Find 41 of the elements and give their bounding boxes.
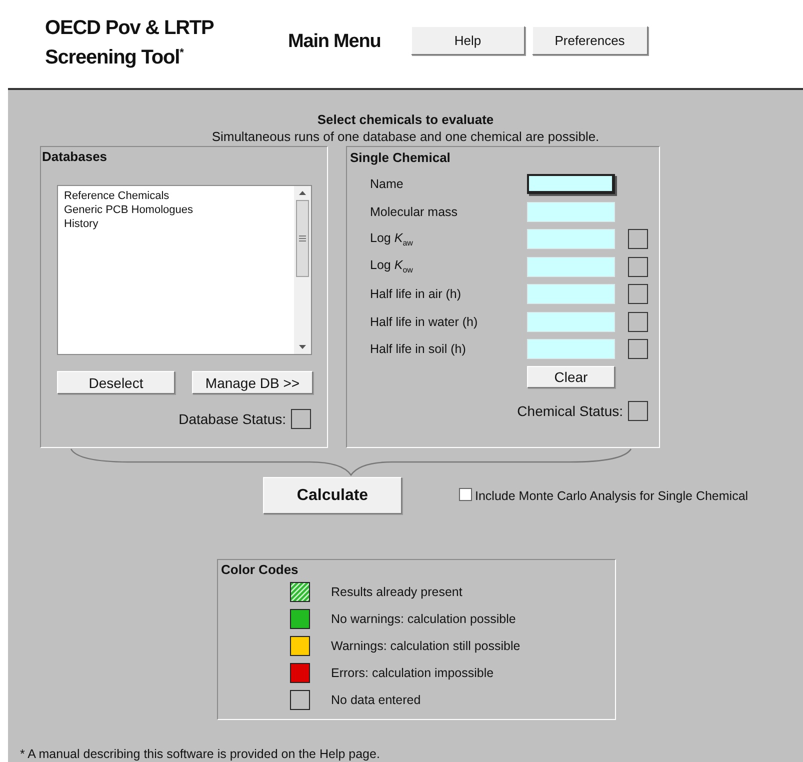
status-box — [291, 409, 311, 429]
database-status-label: Database Status: — [178, 411, 286, 427]
scrollbar[interactable] — [294, 186, 311, 354]
clear-button[interactable]: Clear — [527, 366, 615, 388]
legend-label: Errors: calculation impossible — [331, 666, 494, 680]
status-box — [628, 401, 648, 421]
panel-title: Databases — [41, 148, 108, 164]
list-item[interactable]: History — [62, 217, 294, 231]
field-label: Half life in soil (h) — [370, 342, 467, 356]
manage-db-button[interactable]: Manage DB >> — [192, 371, 313, 394]
list-item[interactable]: Reference Chemicals — [62, 189, 294, 203]
field-label: Half life in air (h) — [370, 287, 462, 301]
legend-label: No warnings: calculation possible — [331, 612, 516, 626]
input-field[interactable] — [527, 174, 615, 194]
database-list[interactable]: Reference Chemicals Generic PCB Homologues History — [57, 185, 312, 355]
list-item[interactable]: Generic PCB Homologues — [62, 203, 294, 217]
field-label: Log K$_{ow}$ — [370, 258, 414, 275]
chemical-status-label: Chemical Status: — [517, 403, 623, 419]
section-heading: Select chemicals to evaluate — [316, 111, 495, 127]
legend-label: Warnings: calculation still possible — [331, 639, 520, 653]
field-label: Half life in water (h) — [370, 314, 479, 328]
checkbox-label: Include Monte Carlo Analysis for Single Chemical — [475, 488, 748, 502]
app-title: OECD Pov & LRTP Screening Tool$^{*}$ — [45, 16, 215, 70]
help-button[interactable]: Help — [410, 26, 525, 54]
calculate-button[interactable]: Calculate — [263, 477, 402, 514]
preferences-button[interactable]: Preferences — [532, 26, 648, 54]
field-label: Log K$_{aw}$ — [370, 230, 414, 248]
panel-title: Single Chemical — [349, 149, 452, 167]
grip-icon — [299, 235, 306, 242]
legend-label: No data entered — [331, 693, 421, 707]
legend-title: Color Codes — [220, 561, 300, 579]
legend-label: Results already present — [331, 585, 462, 599]
field-label: Name — [370, 177, 404, 191]
deselect-button[interactable]: Deselect — [57, 371, 175, 394]
main-menu-label: Main Menu — [288, 31, 381, 53]
section-note: Simultaneous runs of one database and one chemical are possible. — [210, 129, 600, 144]
field-label: Molecular mass — [370, 204, 459, 218]
scroll-up-icon[interactable] — [298, 190, 307, 196]
footnote: * A manual describing this software is provided on the Help page. — [20, 747, 380, 761]
checkbox[interactable] — [459, 488, 472, 500]
scroll-down-icon[interactable] — [298, 344, 307, 350]
